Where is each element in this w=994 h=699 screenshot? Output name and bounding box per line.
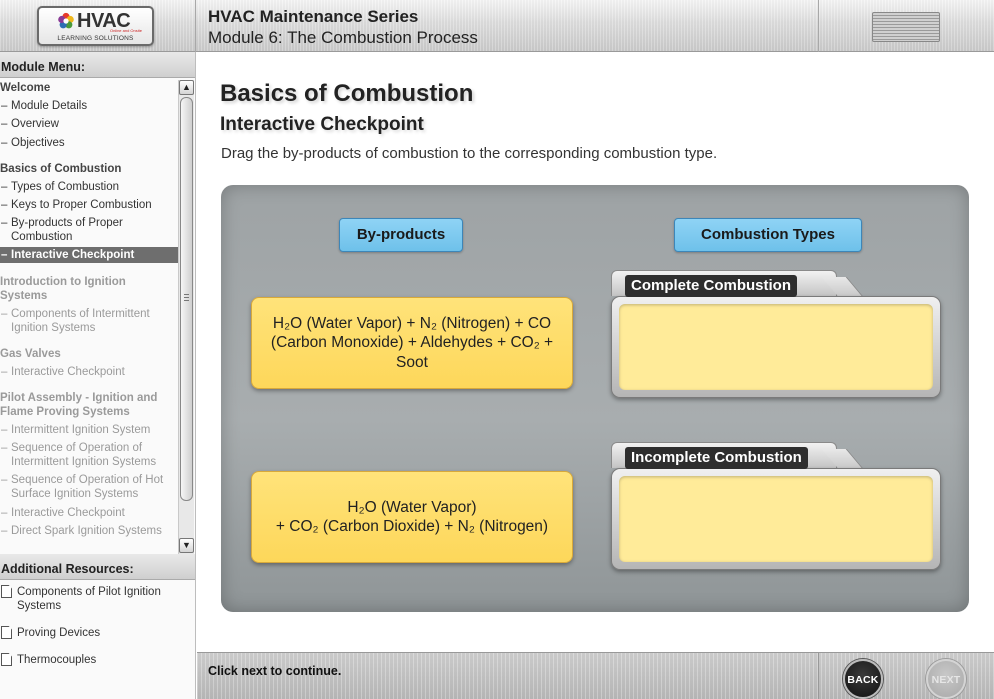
scroll-down-arrow-icon[interactable]: ▼ [179,538,194,553]
menu-item-module-details[interactable]: Module Details [0,99,178,113]
drop-zone[interactable] [619,304,933,390]
menu-item-types-of-combustion[interactable]: Types of Combustion [0,180,178,194]
menu-item-pilot-assembly[interactable]: Pilot Assembly - Ignition and [0,391,178,405]
scroll-thumb[interactable] [180,97,193,501]
logo-subtitle: LEARNING SOLUTIONS [57,35,134,42]
drop-target-label: Incomplete Combustion [625,447,808,469]
combustion-types-heading: Combustion Types [674,218,862,252]
resource-label: Thermocouples [17,654,97,666]
resource-link-proving-devices[interactable]: Proving Devices [0,626,195,640]
series-title: HVAC Maintenance Series [208,7,419,26]
next-button[interactable]: NEXT [926,659,966,699]
card-line: + CO₂ (Carbon Dioxide) + N₂ (Nitrogen) [275,518,549,535]
resource-link-thermocouples[interactable]: Thermocouples [0,653,195,667]
menu-item-components-intermittent-cont[interactable]: Ignition Systems [0,321,178,335]
resource-label: Proving Devices [17,627,101,639]
drag-drop-panel: By-products Combustion Types H₂O (Water … [221,185,969,612]
menu-item-by-products-cont[interactable]: Combustion [0,230,178,244]
menu-item-pilot-assembly-cont[interactable]: Flame Proving Systems [0,405,178,419]
resource-link-pilot-ignition[interactable]: Components of Pilot Ignition Systems [0,585,195,613]
company-logo: HVAC Online and Onsite LEARNING SOLUTION… [37,6,154,46]
menu-item-sequence-hot-surface[interactable]: Sequence of Operation of Hot [0,473,178,487]
logo-area: HVAC Online and Onsite LEARNING SOLUTION… [0,0,196,52]
byproducts-heading: By-products [339,218,463,252]
byproduct-card-incomplete[interactable]: H₂O (Water Vapor) + N₂ (Nitrogen) + CO (… [251,297,573,389]
drop-target-tray [611,296,941,398]
menu-item-interactive-checkpoint-active[interactable]: Interactive Checkpoint [0,247,178,263]
module-menu-list: Welcome Module Details Overview Objectiv… [0,78,178,554]
page-subtitle: Interactive Checkpoint [220,114,424,135]
menu-item-interactive-checkpoint-2[interactable]: Interactive Checkpoint [0,365,178,379]
menu-item-overview[interactable]: Overview [0,117,178,131]
drop-zone[interactable] [619,476,933,562]
document-icon [1,585,12,598]
menu-item-gas-valves[interactable]: Gas Valves [0,347,178,361]
module-title: Module 6: The Combustion Process [208,28,478,47]
scroll-grip-icon [184,294,189,301]
document-icon [1,626,12,639]
menu-item-keys-to-proper-combustion[interactable]: Keys to Proper Combustion [0,198,178,212]
menu-item-sequence-intermittent[interactable]: Sequence of Operation of [0,441,178,455]
card-line: H₂O (Water Vapor) [347,498,477,516]
footer-bar: Click next to continue. BACK NEXT [197,652,994,699]
sidebar: Module Menu: Welcome Module Details Over… [0,52,196,699]
menu-item-objectives[interactable]: Objectives [0,136,178,150]
menu-item-by-products[interactable]: By-products of Proper [0,216,178,230]
menu-item-welcome[interactable]: Welcome [0,81,178,95]
menu-item-basics-of-combustion[interactable]: Basics of Combustion [0,162,178,176]
back-button[interactable]: BACK [843,659,883,699]
instructions-text: Drag the by-products of combustion to th… [221,145,718,162]
menu-item-direct-spark[interactable]: Direct Spark Ignition Systems [0,524,178,538]
document-icon [1,653,12,666]
drop-target-incomplete-combustion[interactable]: Incomplete Combustion [611,442,941,570]
footer-message: Click next to continue. [208,664,342,678]
byproduct-card-complete[interactable]: H₂O (Water Vapor) + CO₂ (Carbon Dioxide)… [251,471,573,563]
main-content: Basics of Combustion Interactive Checkpo… [197,52,994,652]
menu-scrollbar[interactable]: ▲ ▼ [178,80,194,554]
resource-label-cont: Systems [17,600,62,612]
logo-flower-icon [58,12,74,29]
card-line: H₂O (Water Vapor) + N₂ (Nitrogen) + CO [272,314,552,332]
menu-item-intro-ignition[interactable]: Introduction to Ignition [0,275,178,289]
drop-target-tray [611,468,941,570]
menu-item-components-intermittent[interactable]: Components of Intermittent [0,307,178,321]
resource-label: Components of Pilot Ignition [17,586,161,598]
card-line: (Carbon Monoxide) + Aldehydes + CO₂ + [270,334,554,352]
module-menu-heading: Module Menu: [0,52,195,78]
additional-resources-heading: Additional Resources: [0,554,195,580]
menu-item-interactive-checkpoint-3[interactable]: Interactive Checkpoint [0,506,178,520]
scroll-up-arrow-icon[interactable]: ▲ [179,80,194,95]
drop-target-complete-combustion[interactable]: Complete Combustion [611,270,941,398]
menu-item-sequence-intermittent-cont[interactable]: Intermittent Ignition Systems [0,455,178,469]
header-bar: HVAC Online and Onsite LEARNING SOLUTION… [0,0,994,52]
menu-item-sequence-hot-surface-cont[interactable]: Surface Ignition Systems [0,487,178,501]
logo-tagline: Online and Onsite [109,28,142,33]
menu-grille-button[interactable] [872,12,940,42]
page-title: Basics of Combustion [220,80,474,107]
menu-item-intro-ignition-cont[interactable]: Systems [0,289,178,303]
card-line: Soot [396,353,428,371]
drop-target-label: Complete Combustion [625,275,797,297]
menu-item-intermittent-ignition[interactable]: Intermittent Ignition System [0,423,178,437]
